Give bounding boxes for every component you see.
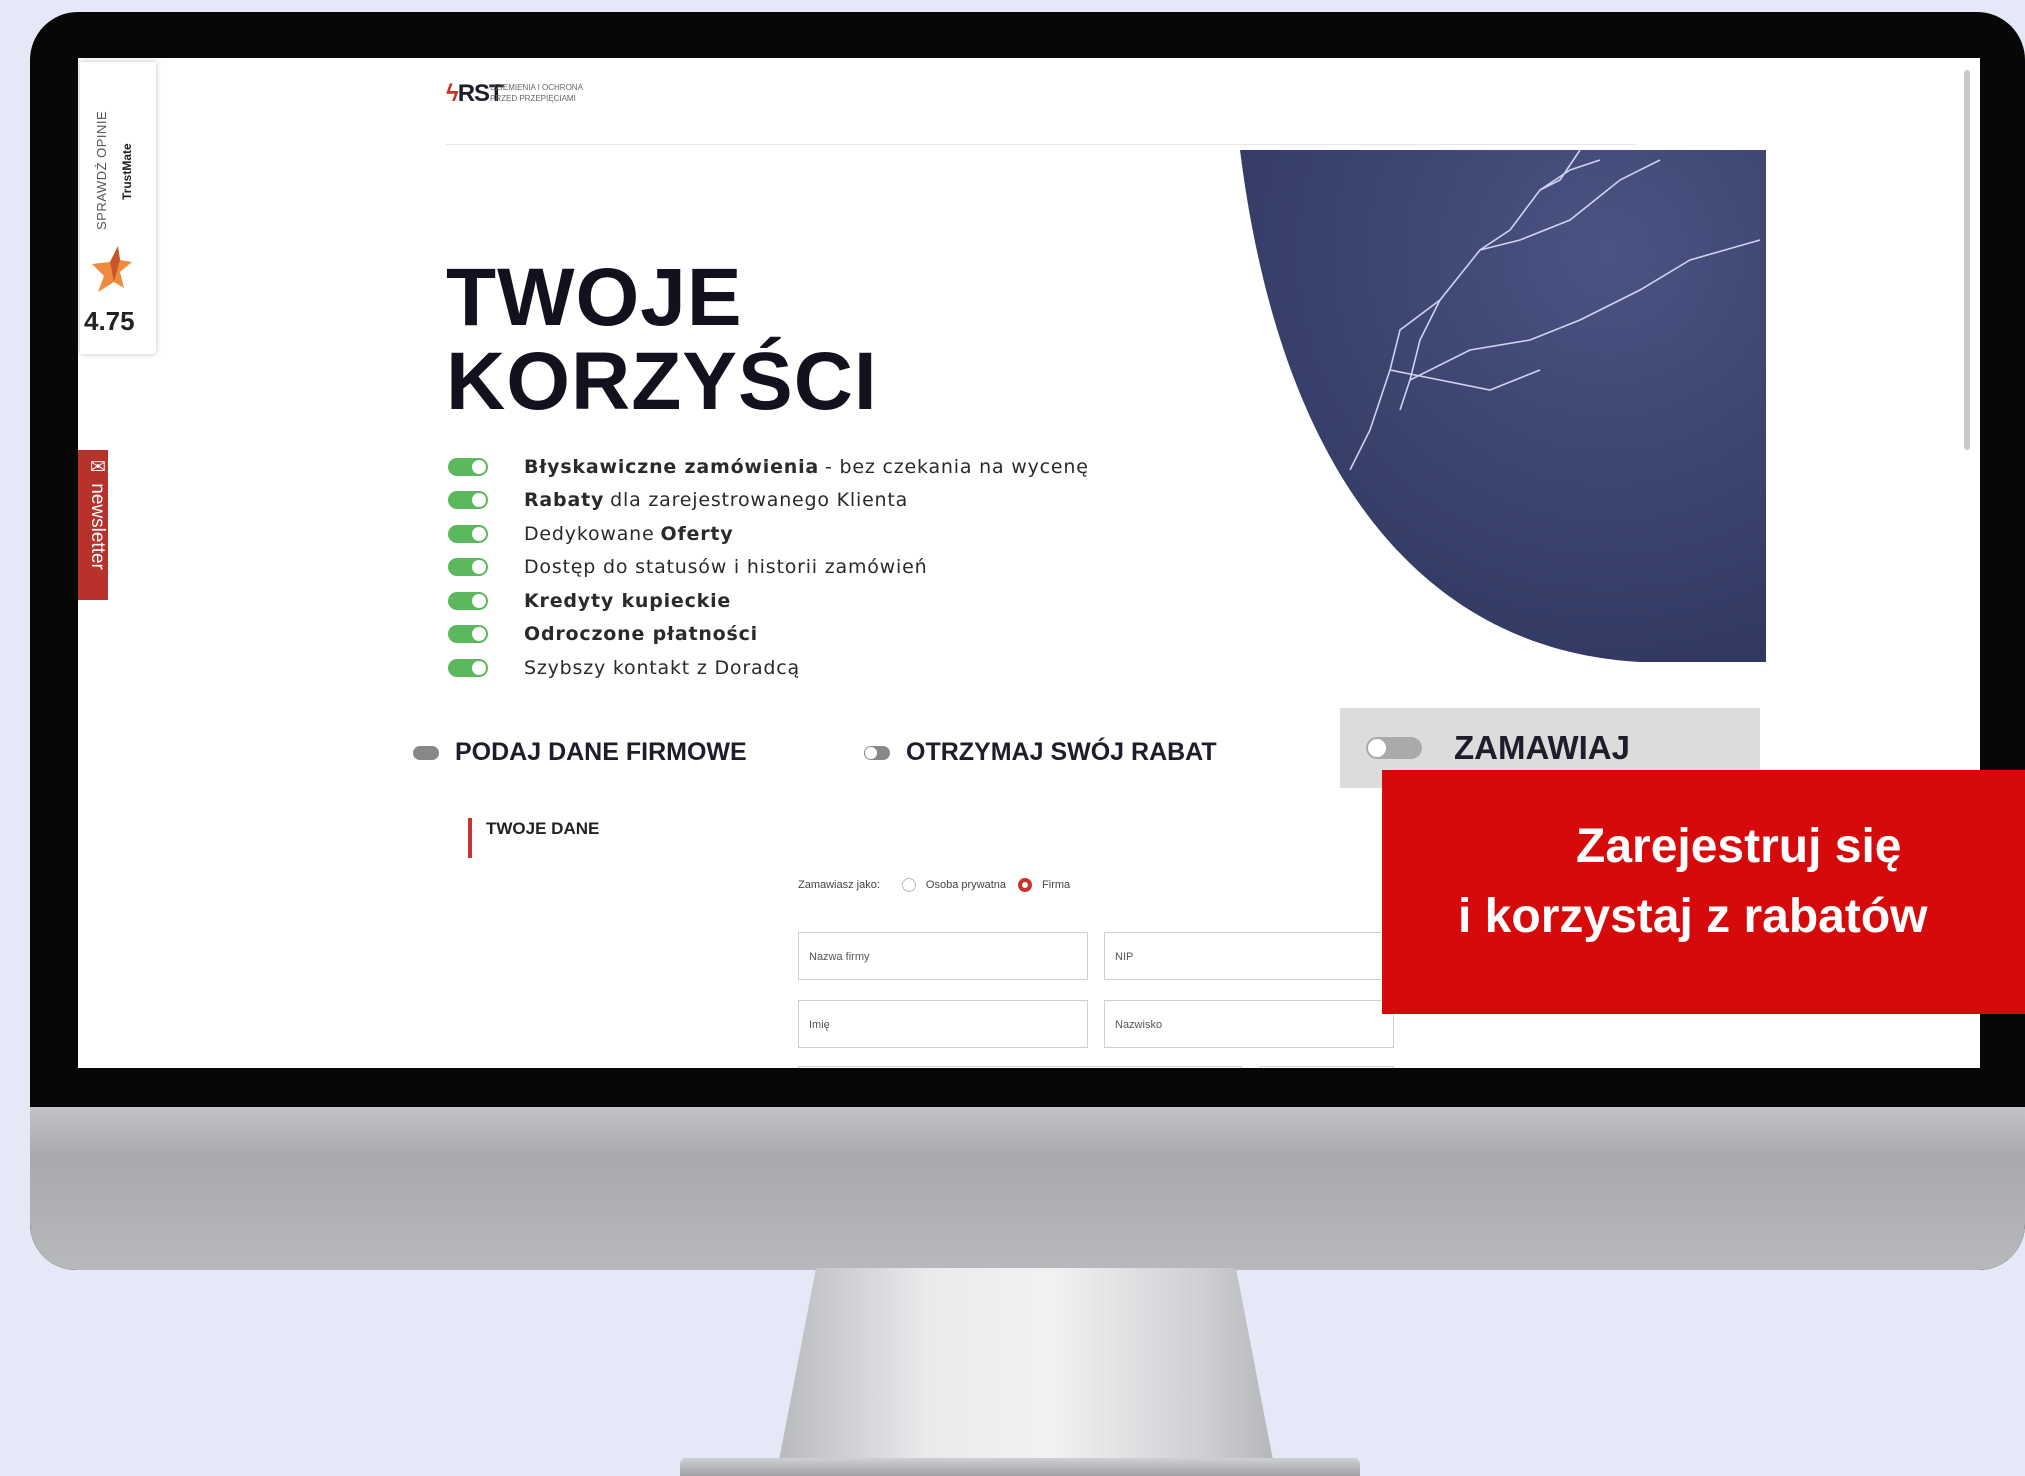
monitor-stand (776, 1268, 1276, 1476)
scrollbar[interactable] (1964, 70, 1970, 450)
radio-company-label: Firma (1042, 879, 1071, 891)
benefit-text: - bez czekania na wycenę (825, 455, 1089, 478)
bolt-icon: ϟ (446, 80, 459, 107)
register-banner[interactable]: Zarejestruj się i korzystaj z rabatów (1382, 770, 2025, 1014)
benefit-bold: Błyskawiczne zamówienia (524, 455, 820, 478)
step-discount[interactable]: OTRZYMAJ SWÓJ RABAT (864, 738, 1217, 767)
monitor-chin (30, 1107, 2025, 1270)
newsletter-tab[interactable]: ✉ newsletter (78, 450, 108, 600)
form-field[interactable] (1260, 1066, 1394, 1068)
order-as-row: Zamawiasz jako: Osoba prywatna Firma (798, 878, 1070, 892)
benefit-text: dla zarejestrowanego Klienta (610, 489, 909, 512)
toggle-icon (413, 745, 439, 760)
benefit-bold: Odroczone płatności (524, 623, 758, 646)
page-title: TWOJE KORZYŚCI (446, 256, 878, 424)
radio-company[interactable] (1018, 878, 1033, 892)
radio-private[interactable] (901, 878, 916, 892)
header-divider (446, 144, 1636, 145)
toggle-on-icon (448, 558, 488, 577)
logo-tagline: UZIEMIENIA I OCHRONA PRZED PRZEPIĘCIAMI (490, 82, 583, 104)
toggle-icon (864, 745, 890, 760)
company-name-field[interactable]: Nazwa firmy (798, 932, 1088, 980)
list-item: Rabaty dla zarejestrowanego Klienta (448, 484, 1089, 518)
monitor-stand-base (680, 1458, 1360, 1476)
lightning-image (1240, 150, 1766, 662)
trustmate-score: 4.75 (84, 306, 135, 336)
title-line-2: KORZYŚCI (446, 336, 878, 427)
toggle-on-icon (448, 524, 488, 543)
benefit-bold: Oferty (660, 522, 734, 545)
toggle-on-icon (448, 491, 488, 510)
benefit-text: Dostęp do statusów i historii zamówień (524, 556, 928, 579)
toggle-on-icon (448, 625, 488, 644)
radio-private-label: Osoba prywatna (925, 879, 1007, 891)
benefit-text: Dedykowane (524, 522, 655, 545)
logo-tagline-1: UZIEMIENIA I OCHRONA (490, 83, 583, 92)
list-item: Dostęp do statusów i historii zamówień (448, 551, 1089, 585)
order-as-label: Zamawiasz jako: (798, 879, 880, 891)
list-item: Dedykowane Oferty (448, 517, 1089, 551)
mail-icon: ✉ (87, 456, 108, 484)
trustmate-check-label: SPRAWDŹ OPINIE (94, 110, 109, 230)
last-name-field[interactable]: Nazwisko (1104, 1000, 1394, 1048)
nip-field[interactable]: NIP (1104, 932, 1394, 980)
step-label: OTRZYMAJ SWÓJ RABAT (906, 738, 1217, 766)
logo-tagline-2: PRZED PRZEPIĘCIAMI (490, 94, 576, 103)
list-item: Błyskawiczne zamówienia - bez czekania na… (448, 450, 1089, 484)
benefit-bold: Kredyty kupieckie (524, 589, 732, 612)
title-line-1: TWOJE (446, 252, 743, 343)
section-heading: TWOJE DANE (468, 818, 599, 858)
toggle-on-icon (448, 591, 488, 610)
benefits-list: Błyskawiczne zamówienia - bez czekania na… (448, 450, 1089, 685)
step-label: PODAJ DANE FIRMOWE (455, 738, 747, 766)
list-item: Szybszy kontakt z Doradcą (448, 651, 1089, 685)
toggle-icon (1366, 737, 1422, 759)
list-item: Odroczone płatności (448, 618, 1089, 652)
step-label: ZAMAWIAJ (1454, 729, 1630, 766)
star-icon (92, 246, 132, 292)
trustmate-brand-label: TrustMate (120, 143, 134, 200)
first-name-field[interactable]: Imię (798, 1000, 1088, 1048)
newsletter-label: newsletter (87, 483, 108, 570)
step-company-data[interactable]: PODAJ DANE FIRMOWE (413, 738, 747, 767)
list-item: Kredyty kupieckie (448, 584, 1089, 618)
trustmate-badge[interactable]: SPRAWDŹ OPINIE TrustMate 4.75 (80, 62, 156, 354)
form-field[interactable] (798, 1066, 1242, 1068)
banner-line-2: i korzystaj z rabatów (1458, 890, 1928, 943)
benefit-text: Szybszy kontakt z Doradcą (524, 656, 800, 679)
toggle-on-icon (448, 658, 488, 677)
monitor-frame: SPRAWDŹ OPINIE TrustMate 4.75 ✉ newslett… (30, 12, 2025, 1270)
benefit-bold: Rabaty (524, 489, 605, 512)
banner-line-1: Zarejestruj się (1576, 820, 1902, 873)
toggle-on-icon (448, 457, 488, 476)
